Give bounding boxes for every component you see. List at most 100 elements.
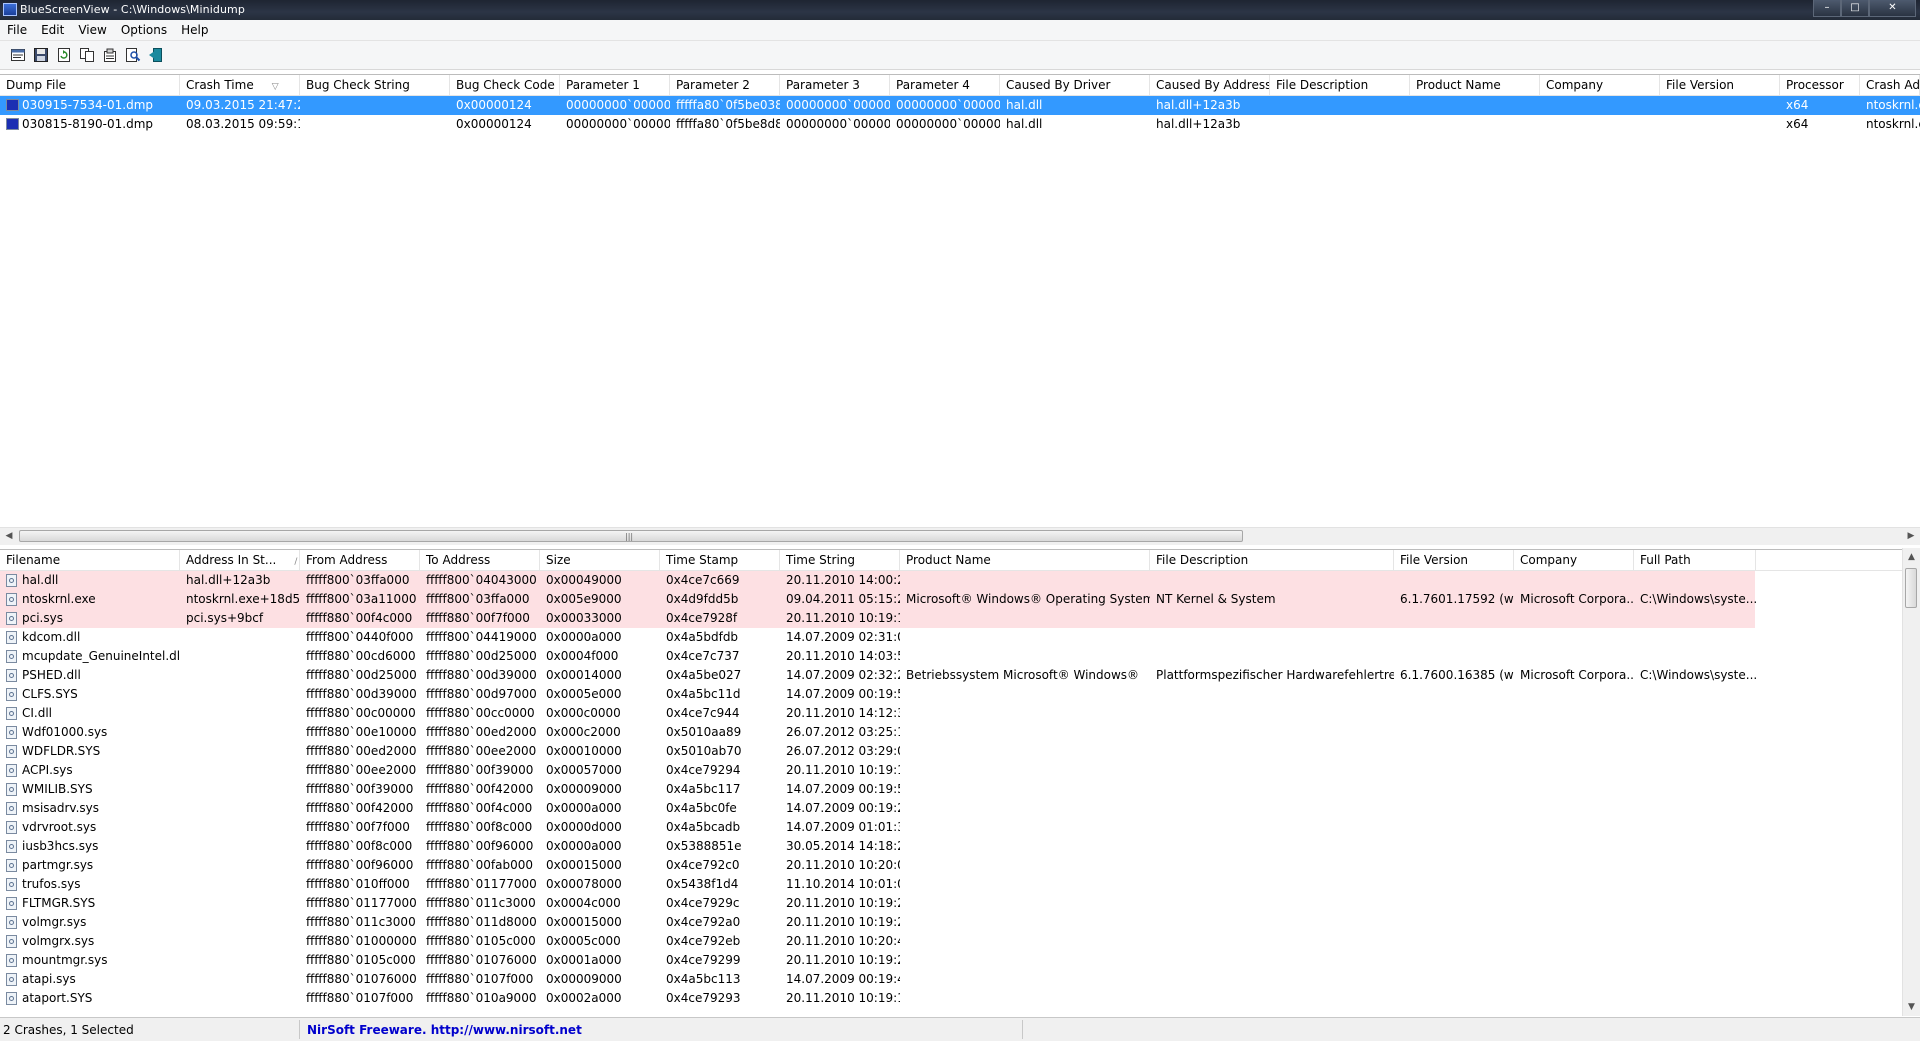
table-row[interactable]: vdrvroot.sys fffff880`00f7f000 fffff880`00…: [0, 818, 1920, 837]
minimize-button[interactable]: –: [1813, 0, 1841, 17]
cell-file-description: [1150, 856, 1394, 875]
maximize-button[interactable]: □: [1841, 0, 1869, 17]
cell-time-string: 20.11.2010 10:19:16: [786, 763, 900, 777]
cell-file-description: [1150, 742, 1394, 761]
column-header-file-description[interactable]: File Description: [1150, 550, 1394, 570]
cell-file-version: [1394, 647, 1514, 666]
cell-company: [1514, 932, 1634, 951]
copy-icon[interactable]: [79, 47, 95, 63]
table-row[interactable]: FLTMGR.SYS fffff880`01177000 fffff880`011c…: [0, 894, 1920, 913]
table-row[interactable]: volmgr.sys fffff880`011c3000 fffff880`011d…: [0, 913, 1920, 932]
refresh-icon[interactable]: [56, 47, 72, 63]
cell-product-name: [900, 970, 1150, 989]
column-header-to-address[interactable]: To Address: [420, 550, 540, 570]
save-icon[interactable]: [33, 47, 49, 63]
menu-edit[interactable]: Edit: [34, 20, 71, 40]
column-header-product-name[interactable]: Product Name: [900, 550, 1150, 570]
cell-from-address: fffff880`01076000: [306, 972, 417, 986]
column-header-time-stamp[interactable]: Time Stamp: [660, 550, 780, 570]
menu-help[interactable]: Help: [174, 20, 215, 40]
table-row[interactable]: mountmgr.sys fffff880`0105c000 fffff880`01…: [0, 951, 1920, 970]
column-header-bug-check-code[interactable]: Bug Check Code: [450, 75, 560, 95]
nirsoft-link[interactable]: NirSoft Freeware. http://www.nirsoft.net: [307, 1023, 582, 1037]
cell-file-description: [1150, 723, 1394, 742]
table-row[interactable]: msisadrv.sys fffff880`00f42000 fffff880`00…: [0, 799, 1920, 818]
menu-file[interactable]: File: [0, 20, 34, 40]
cell-to-address: fffff880`00ee2000: [426, 744, 537, 758]
table-row[interactable]: ACPI.sys fffff880`00ee2000 fffff880`00f390…: [0, 761, 1920, 780]
scroll-down-icon[interactable]: ▼: [1905, 1000, 1918, 1014]
column-header-label: Crash Time: [186, 78, 254, 92]
cell-company: [1514, 894, 1634, 913]
column-header-label: Filename: [6, 553, 61, 567]
table-row[interactable]: iusb3hcs.sys fffff880`00f8c000 fffff880`00…: [0, 837, 1920, 856]
cell-file-description: [1270, 115, 1410, 134]
html-report-icon[interactable]: [102, 47, 118, 63]
table-row[interactable]: CI.dll fffff880`00c00000 fffff880`00cc0000…: [0, 704, 1920, 723]
table-row[interactable]: CLFS.SYS fffff880`00d39000 fffff880`00d970…: [0, 685, 1920, 704]
table-row[interactable]: atapi.sys fffff880`01076000 fffff880`0107f…: [0, 970, 1920, 989]
cell-time-string: 20.11.2010 10:20:43: [786, 934, 900, 948]
find-icon[interactable]: [125, 47, 141, 63]
column-header-size[interactable]: Size: [540, 550, 660, 570]
menu-options[interactable]: Options: [114, 20, 174, 40]
column-header-company[interactable]: Company: [1540, 75, 1660, 95]
menu-view[interactable]: View: [71, 20, 113, 40]
close-button[interactable]: ✕: [1869, 0, 1916, 17]
column-header-parameter-1[interactable]: Parameter 1: [560, 75, 670, 95]
column-header-file-version[interactable]: File Version: [1660, 75, 1780, 95]
column-header-file-version[interactable]: File Version: [1394, 550, 1514, 570]
column-header-caused-by-driver[interactable]: Caused By Driver: [1000, 75, 1150, 95]
table-row[interactable]: trufos.sys fffff880`010ff000 fffff880`0117…: [0, 875, 1920, 894]
scroll-right-icon[interactable]: ▶: [1904, 530, 1918, 543]
column-header-processor[interactable]: Processor: [1780, 75, 1860, 95]
scrollbar-thumb[interactable]: [1905, 568, 1917, 608]
table-row[interactable]: 030915-7534-01.dmp 09.03.2015 21:47:26 0x0…: [0, 96, 1920, 115]
table-row[interactable]: PSHED.dll fffff880`00d25000 fffff880`00d39…: [0, 666, 1920, 685]
column-header-filename[interactable]: Filename: [0, 550, 180, 570]
scroll-up-icon[interactable]: ▲: [1905, 550, 1918, 564]
column-header-parameter-2[interactable]: Parameter 2: [670, 75, 780, 95]
column-header-caused-by-address[interactable]: Caused By Address: [1150, 75, 1270, 95]
properties-icon[interactable]: [10, 47, 26, 63]
column-header-crash-time[interactable]: Crash Time ▽: [180, 75, 300, 95]
cell-full-path: [1634, 628, 1756, 647]
column-header-bug-check-string[interactable]: Bug Check String: [300, 75, 450, 95]
table-row[interactable]: pci.sys pci.sys+9bcf fffff880`00f4c000 ffff…: [0, 609, 1755, 628]
table-row[interactable]: kdcom.dll fffff800`0440f000 fffff800`04419…: [0, 628, 1920, 647]
table-row[interactable]: WDFLDR.SYS fffff880`00ed2000 fffff880`00ee…: [0, 742, 1920, 761]
horizontal-scrollbar[interactable]: ◀ ||| ▶: [0, 527, 1920, 545]
cell-product-name: Microsoft® Windows® Operating System: [906, 592, 1150, 606]
column-header-parameter-3[interactable]: Parameter 3: [780, 75, 890, 95]
cell-address-in-st: [180, 666, 300, 685]
cell-full-path: [1634, 970, 1756, 989]
table-row[interactable]: mcupdate_GenuineIntel.dll fffff880`00cd60…: [0, 647, 1920, 666]
cell-size: 0x00009000: [546, 782, 622, 796]
table-row[interactable]: 030815-8190-01.dmp 08.03.2015 09:59:16 0x0…: [0, 115, 1920, 134]
column-header-parameter-4[interactable]: Parameter 4: [890, 75, 1000, 95]
vertical-scrollbar[interactable]: ▲ ▼: [1902, 548, 1920, 1016]
column-header-time-string[interactable]: Time String: [780, 550, 900, 570]
column-header-file-description[interactable]: File Description: [1270, 75, 1410, 95]
cell-parameter-1: 00000000`000000...: [566, 117, 670, 131]
table-row[interactable]: ataport.SYS fffff880`0107f000 fffff880`010…: [0, 989, 1920, 1008]
table-row[interactable]: WMILIB.SYS fffff880`00f39000 fffff880`00f4…: [0, 780, 1920, 799]
column-header-full-path[interactable]: Full Path: [1634, 550, 1756, 570]
table-row[interactable]: partmgr.sys fffff880`00f96000 fffff880`00f…: [0, 856, 1920, 875]
column-header-address-in-st[interactable]: Address In St... /: [180, 550, 300, 570]
scrollbar-thumb[interactable]: |||: [19, 530, 1243, 542]
table-row[interactable]: Wdf01000.sys fffff880`00e10000 fffff880`00…: [0, 723, 1920, 742]
column-header-product-name[interactable]: Product Name: [1410, 75, 1540, 95]
column-header-company[interactable]: Company: [1514, 550, 1634, 570]
column-header-crash-address[interactable]: Crash Address: [1860, 75, 1920, 95]
table-row[interactable]: ntoskrnl.exe ntoskrnl.exe+18d563 fffff800`…: [0, 590, 1756, 609]
scroll-left-icon[interactable]: ◀: [2, 530, 16, 543]
cell-file-description: [1150, 761, 1394, 780]
exit-icon[interactable]: [148, 47, 164, 63]
cell-file-description: [1150, 837, 1394, 856]
table-row[interactable]: volmgrx.sys fffff880`01000000 fffff880`010…: [0, 932, 1920, 951]
column-header-label: Product Name: [906, 553, 991, 567]
column-header-dump-file[interactable]: Dump File: [0, 75, 180, 95]
column-header-from-address[interactable]: From Address: [300, 550, 420, 570]
table-row[interactable]: hal.dll hal.dll+12a3b fffff800`03ffa000 fff…: [0, 571, 1755, 590]
